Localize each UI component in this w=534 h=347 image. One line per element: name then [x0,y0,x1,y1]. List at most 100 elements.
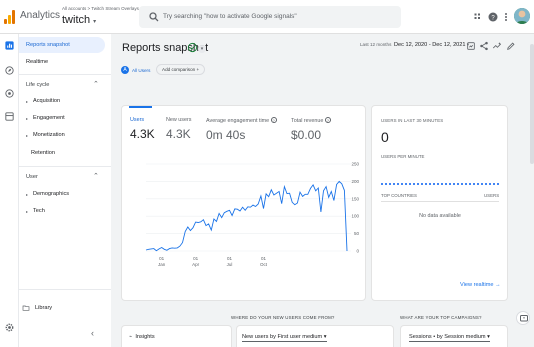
avatar-image [514,8,530,24]
plus-icon: + [196,67,200,72]
section-user[interactable]: User [26,174,38,180]
metric-label-row: Total revenue ? [291,117,331,124]
view-realtime-link[interactable]: View realtime → [460,282,501,288]
side-nav: Reports snapshot Realtime Life cycle ⌃ ▸… [19,34,111,347]
y-tick-label: 0 [356,249,359,254]
nav-library-label: Library [35,305,53,311]
feedback-button[interactable] [516,311,530,325]
date-range-selector[interactable]: Last 12 months Dec 12, 2020 - Dec 12, 20… [360,42,469,48]
nav-engagement[interactable]: ▸ Engagement [26,115,65,121]
nav-tech[interactable]: ▸ Tech [26,208,45,214]
nav-realtime[interactable]: Realtime [19,54,105,70]
realtime-value: 0 [381,129,389,145]
divider [19,166,111,167]
metric-label: Users [130,117,145,123]
nav-acquisition[interactable]: ▸ Acquisition [26,98,60,104]
users-per-minute-label: USERS PER MINUTE [381,154,425,159]
all-users-chip[interactable]: A All Users [121,65,150,75]
users-line-chart: 05010015020025001Jan01Apr01Jul01Oct [145,162,360,267]
realtime-title: USERS IN LAST 30 MINUTES [381,118,444,123]
chevron-up-icon[interactable]: ⌃ [93,172,99,180]
metric-avg-engagement[interactable]: Average engagement time ? 0m 40s [206,117,277,142]
help-icon[interactable]: ? [487,11,499,23]
nav-library[interactable]: Library [22,304,52,312]
y-tick-label: 50 [354,231,360,236]
explore-icon[interactable] [4,65,15,76]
first-user-medium-dropdown[interactable]: New users by First user medium ▾ [242,334,327,342]
add-comparison-button[interactable]: Add comparison + [156,64,206,75]
users-column-header: USERS [484,193,500,198]
x-tick-label: Oct [260,262,268,267]
nav-reports-snapshot[interactable]: Reports snapshot [19,37,105,53]
y-tick-label: 200 [351,179,359,184]
expand-icon: ▸ [26,208,29,214]
metric-value: $0.00 [291,128,322,142]
nav-demographics[interactable]: ▸ Demographics [26,191,69,197]
session-medium-dropdown[interactable]: Sessions • by Session medium ▾ [409,334,490,342]
property-name: twitch [62,14,91,26]
caret-down-icon: ▾ [93,19,97,25]
analytics-logo[interactable] [4,10,15,24]
top-countries-header: TOP COUNTRIES [381,193,417,198]
customize-report-icon[interactable] [466,41,476,51]
metric-label: Total revenue [291,118,324,124]
divider [381,201,499,202]
expand-icon: ▸ [26,98,29,104]
metric-label-row: Average engagement time ? [206,117,277,124]
share-icon[interactable] [479,41,489,51]
page-scrollbar[interactable] [530,34,534,347]
account-avatar[interactable] [514,8,530,24]
insights-trend-icon[interactable] [492,41,502,51]
title-dropdown-icon[interactable]: ▾ [198,45,206,53]
caret-down-icon: ▾ [487,334,490,340]
x-tick-label: 01 [227,256,233,261]
nav-monetization[interactable]: ▸ Monetization [26,132,65,138]
insights-sparkle-icon: ⌁ [129,334,133,340]
no-data-message: No data available [419,213,461,219]
property-selector[interactable]: twitch ▾ [62,14,96,26]
y-tick-label: 150 [351,196,359,201]
metric-label: New users [166,117,192,123]
y-tick-label: 250 [351,162,359,167]
info-icon: ? [270,117,277,123]
reports-icon[interactable] [4,40,15,51]
nav-demographics-label: Demographics [33,191,70,197]
chevron-up-icon[interactable]: ⌃ [93,80,99,88]
metric-new-users[interactable]: New users 4.3K [166,117,191,141]
apps-grid-icon[interactable] [472,11,484,23]
app-name: Analytics [20,10,61,21]
x-tick-label: Jan [158,262,166,267]
nav-monetization-label: Monetization [33,132,65,138]
top-campaigns-heading: WHAT ARE YOUR TOP CAMPAIGNS? [400,315,482,320]
expand-icon: ▸ [26,132,29,138]
section-life-cycle[interactable]: Life cycle [26,82,49,88]
selected-metric-indicator [129,106,152,108]
nav-retention[interactable]: Retention [31,150,55,156]
divider [19,74,111,75]
x-tick-label: 01 [193,256,199,261]
breadcrumb[interactable]: All accounts > Twitch Stream Overlays [62,6,139,11]
dropdown-label: Sessions • by Session medium [409,334,486,340]
divider [19,289,111,290]
insights-title[interactable]: ⌁ Insights [129,334,155,340]
configure-icon[interactable] [4,111,15,122]
feedback-icon [520,315,528,322]
more-vert-icon[interactable] [500,11,512,23]
add-comparison-label: Add comparison [162,67,196,72]
nav-acquisition-label: Acquisition [33,98,61,104]
expand-icon: ▸ [26,191,29,197]
check-circle-icon[interactable] [187,42,198,53]
metric-users[interactable]: Users 4.3K [130,117,155,141]
x-tick-label: Jul [227,262,233,267]
gear-icon[interactable] [4,322,15,333]
metric-total-revenue[interactable]: Total revenue ? $0.00 [291,117,331,142]
realtime-card [371,105,508,301]
x-tick-label: Apr [192,262,200,267]
new-users-source-heading: WHERE DO YOUR NEW USERS COME FROM? [231,315,335,320]
edit-icon[interactable] [506,41,516,51]
date-prefix: Last 12 months [360,42,392,47]
y-tick-label: 100 [351,214,359,219]
advertising-icon[interactable] [4,88,15,99]
collapse-nav-icon[interactable]: ‹ [91,328,94,338]
x-tick-label: 01 [261,256,267,261]
